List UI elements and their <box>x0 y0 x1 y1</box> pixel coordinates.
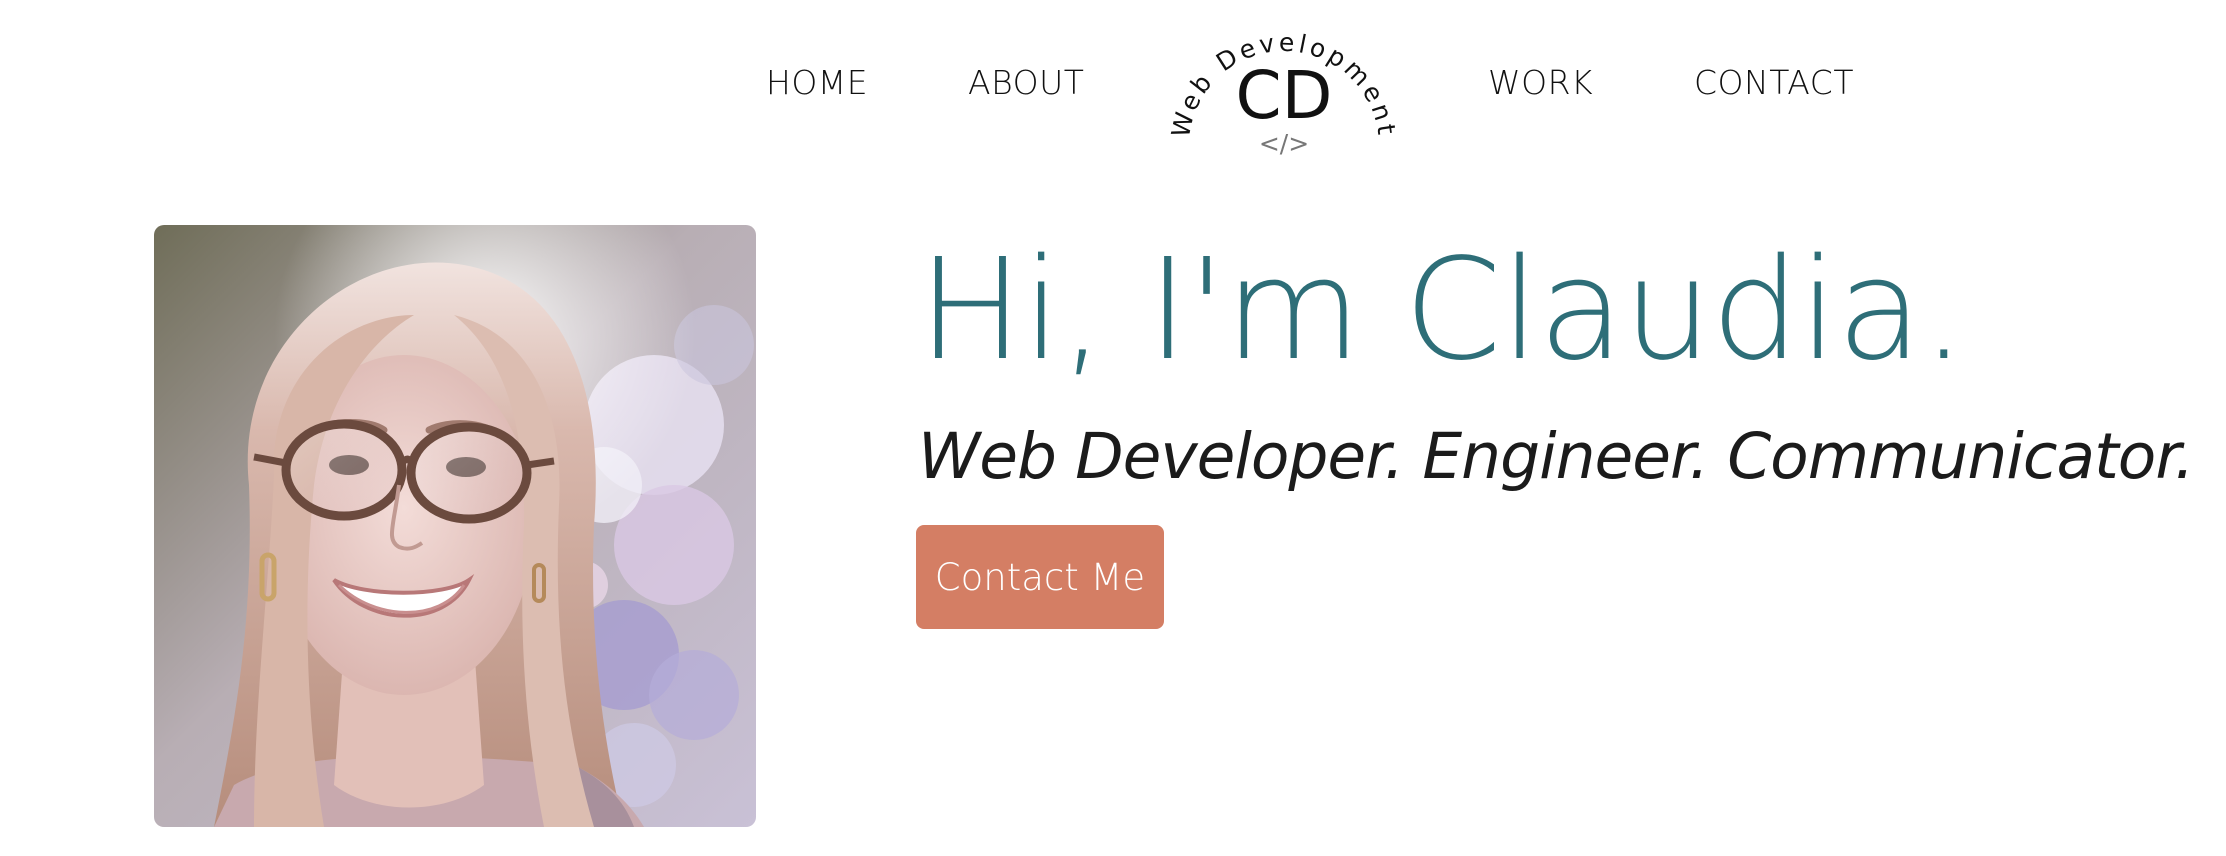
nav-link-contact[interactable]: CONTACT <box>1694 66 1854 99</box>
logo-emblem: Web Development CD </> <box>1168 28 1398 158</box>
code-icon: </> <box>1259 129 1309 158</box>
contact-me-button[interactable]: Contact Me <box>916 525 1164 629</box>
profile-photo <box>154 225 756 827</box>
hero-subtitle: Web Developer. Engineer. Communicator. <box>918 420 2194 493</box>
hero-title: Hi, I'm Claudia. <box>918 229 1966 392</box>
page: HOME ABOUT Web Development CD </> WORK C… <box>0 0 2226 856</box>
nav-link-work[interactable]: WORK <box>1488 66 1593 99</box>
logo-monogram: CD <box>1236 57 1333 134</box>
nav-link-home[interactable]: HOME <box>766 66 868 99</box>
nav-link-about[interactable]: ABOUT <box>968 66 1084 99</box>
site-logo[interactable]: Web Development CD </> <box>1168 22 1400 172</box>
